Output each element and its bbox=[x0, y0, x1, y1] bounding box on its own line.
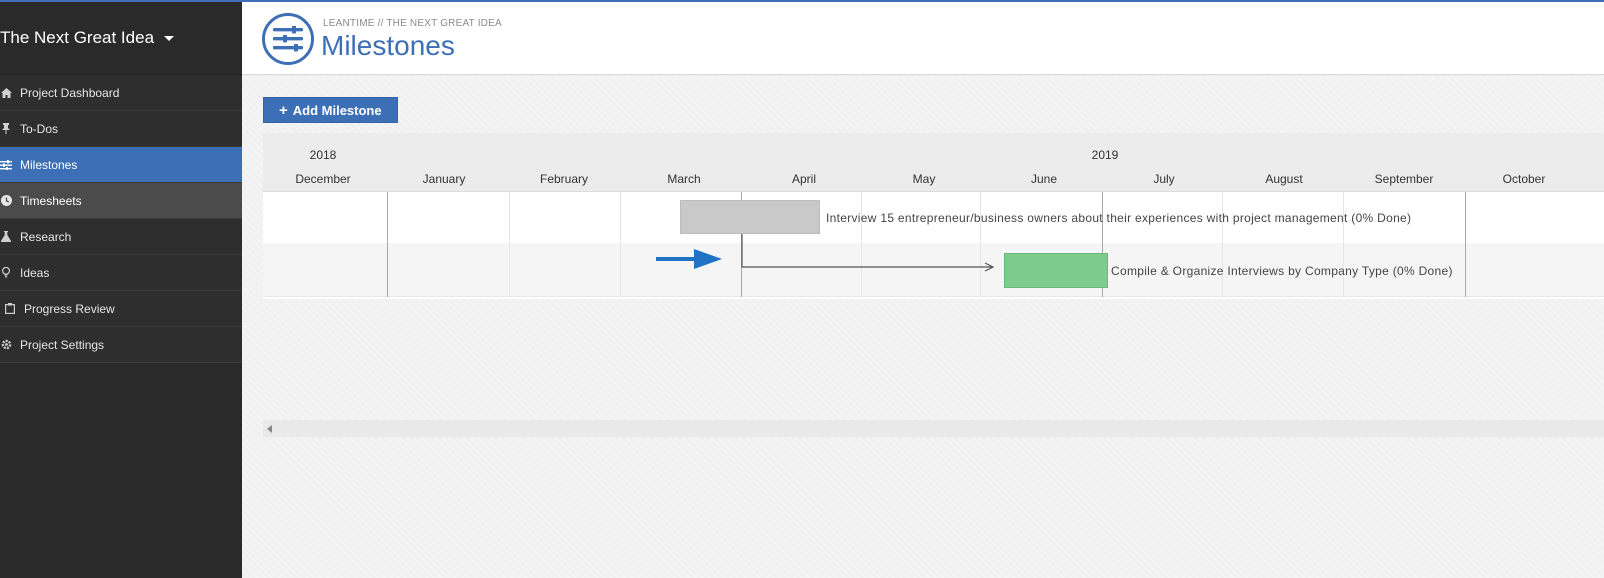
sidebar-item-label: Project Dashboard bbox=[20, 85, 120, 100]
gantt-chart: 2018 2019 December January February Marc… bbox=[263, 133, 1604, 299]
horizontal-scrollbar[interactable] bbox=[263, 420, 1604, 437]
sidebar-item-ideas[interactable]: Ideas bbox=[0, 255, 242, 291]
flask-icon bbox=[0, 231, 12, 243]
sidebar-item-label: Timesheets bbox=[20, 193, 82, 208]
sidebar-item-project-dashboard[interactable]: Project Dashboard bbox=[0, 75, 242, 111]
sidebar-item-label: Project Settings bbox=[20, 337, 105, 352]
page-header: LEANTIME // THE NEXT GREAT IDEA Mileston… bbox=[242, 2, 1604, 75]
lightbulb-icon bbox=[0, 267, 12, 279]
task-bar[interactable] bbox=[680, 200, 820, 234]
sliders-icon bbox=[262, 13, 314, 65]
sidebar-item-progress-review[interactable]: Progress Review bbox=[0, 291, 242, 327]
main-content: + Add Milestone 2018 2019 December Janua… bbox=[242, 76, 1604, 578]
top-accent-line bbox=[0, 0, 1604, 2]
sidebar-item-todos[interactable]: To-Dos bbox=[0, 111, 242, 147]
sidebar-item-label: To-Dos bbox=[20, 121, 59, 136]
sidebar-item-research[interactable]: Research bbox=[0, 219, 242, 255]
sliders-icon bbox=[0, 159, 12, 171]
sidebar-menu: Project Dashboard To-Dos Milestones Time… bbox=[0, 75, 242, 363]
clock-icon bbox=[0, 195, 12, 207]
project-name: The Next Great Idea bbox=[0, 28, 155, 47]
sidebar-item-project-settings[interactable]: Project Settings bbox=[0, 327, 242, 363]
sidebar-item-milestones[interactable]: Milestones bbox=[0, 147, 242, 183]
breadcrumb: LEANTIME // THE NEXT GREAT IDEA bbox=[323, 18, 502, 29]
sidebar-item-label: Progress Review bbox=[24, 301, 115, 316]
page-title: Milestones bbox=[321, 30, 455, 61]
task-bar[interactable] bbox=[1004, 253, 1108, 288]
sidebar: The Next Great Idea Project Dashboard To… bbox=[0, 2, 242, 578]
sidebar-item-label: Milestones bbox=[20, 157, 78, 172]
chevron-down-icon bbox=[164, 35, 175, 41]
sidebar-item-label: Ideas bbox=[20, 265, 50, 280]
gear-icon bbox=[0, 339, 12, 351]
task-label: Compile & Organize Interviews by Company… bbox=[1111, 264, 1453, 278]
sidebar-item-label: Research bbox=[20, 229, 72, 244]
add-milestone-button[interactable]: + Add Milestone bbox=[263, 97, 398, 123]
task-label: Interview 15 entrepreneur/business owner… bbox=[826, 211, 1412, 225]
add-milestone-label: Add Milestone bbox=[292, 102, 382, 118]
thumbtack-icon bbox=[0, 123, 12, 135]
chevron-left-icon[interactable] bbox=[267, 425, 272, 433]
plus-icon: + bbox=[279, 101, 288, 119]
sidebar-item-timesheets[interactable]: Timesheets bbox=[0, 183, 242, 219]
home-icon bbox=[0, 87, 12, 99]
clipboard-icon bbox=[4, 303, 16, 315]
project-switcher[interactable]: The Next Great Idea bbox=[0, 2, 242, 75]
